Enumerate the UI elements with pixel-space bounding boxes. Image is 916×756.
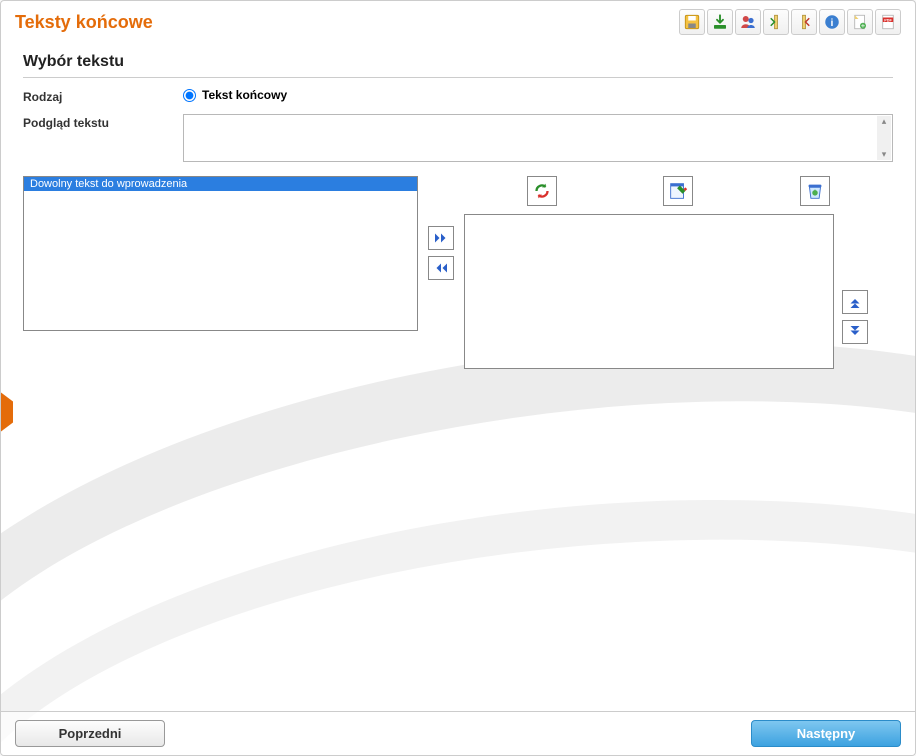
available-texts-list[interactable]: Dowolny tekst do wprowadzenia xyxy=(23,176,418,331)
move-down-button[interactable] xyxy=(842,320,868,344)
tekst-koncowy-radio[interactable] xyxy=(183,89,196,102)
svg-text:+: + xyxy=(861,21,866,30)
pdf-button[interactable]: PDF xyxy=(875,9,901,35)
download-button[interactable] xyxy=(707,9,733,35)
save-button[interactable] xyxy=(679,9,705,35)
preview-textarea[interactable]: ▴▾ xyxy=(183,114,893,162)
measure-in-button[interactable] xyxy=(763,9,789,35)
svg-text:i: i xyxy=(831,17,834,29)
header-toolbar: i + PDF xyxy=(679,9,901,35)
refresh-button[interactable] xyxy=(527,176,557,206)
preview-scrollbar[interactable]: ▴▾ xyxy=(877,116,891,160)
move-right-button[interactable] xyxy=(428,226,454,250)
section-title: Wybór tekstu xyxy=(23,53,893,78)
edit-button[interactable] xyxy=(663,176,693,206)
tekst-koncowy-radio-label: Tekst końcowy xyxy=(202,88,287,102)
measure-out-button[interactable] xyxy=(791,9,817,35)
next-button[interactable]: Następny xyxy=(751,720,901,747)
new-doc-button[interactable]: + xyxy=(847,9,873,35)
move-up-button[interactable] xyxy=(842,290,868,314)
previous-button[interactable]: Poprzedni xyxy=(15,720,165,747)
selected-texts-list[interactable] xyxy=(464,214,834,369)
list-item[interactable]: Dowolny tekst do wprowadzenia xyxy=(24,177,417,191)
info-button[interactable]: i xyxy=(819,9,845,35)
podglad-label: Podgląd tekstu xyxy=(23,114,183,130)
page-title: Teksty końcowe xyxy=(15,12,153,33)
move-left-button[interactable] xyxy=(428,256,454,280)
users-button[interactable] xyxy=(735,9,761,35)
svg-text:PDF: PDF xyxy=(884,18,892,22)
delete-button[interactable] xyxy=(800,176,830,206)
rodzaj-label: Rodzaj xyxy=(23,88,183,104)
